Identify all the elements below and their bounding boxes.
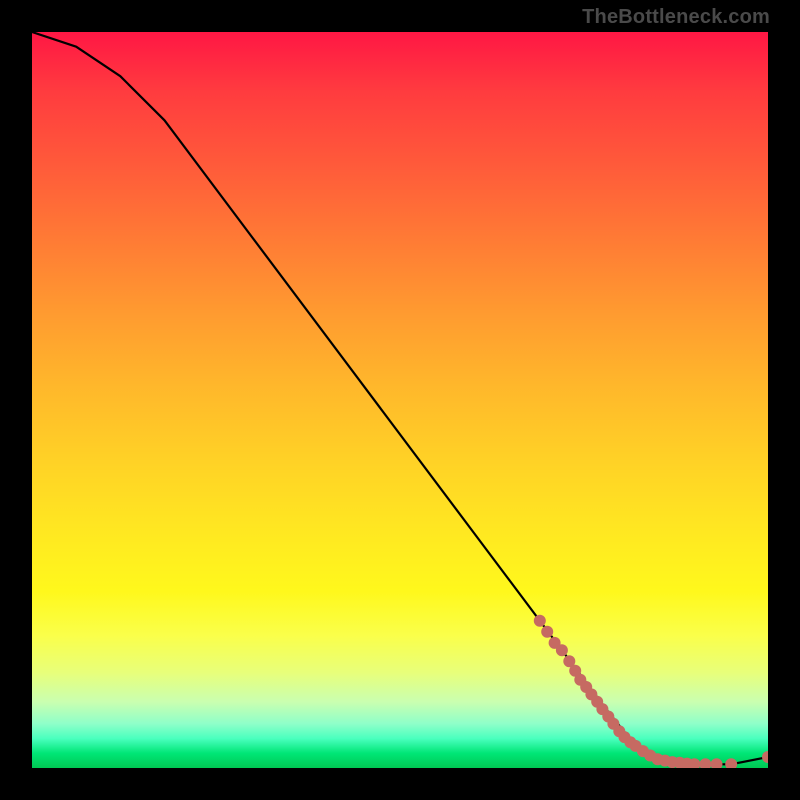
data-point <box>556 644 568 656</box>
chart-frame: TheBottleneck.com <box>0 0 800 800</box>
data-point <box>725 758 737 768</box>
data-point <box>534 615 546 627</box>
chart-plot-area <box>32 32 768 768</box>
data-point <box>541 626 553 638</box>
bottleneck-curve <box>32 32 768 764</box>
data-points <box>534 615 768 768</box>
data-point <box>699 758 711 768</box>
data-point <box>711 758 723 768</box>
data-point <box>762 751 768 763</box>
chart-svg <box>32 32 768 768</box>
attribution-label: TheBottleneck.com <box>582 6 770 29</box>
